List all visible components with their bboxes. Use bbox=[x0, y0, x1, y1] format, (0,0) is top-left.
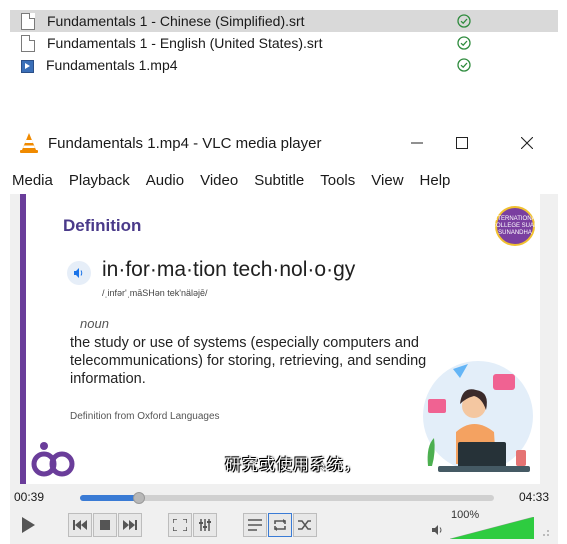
file-row-mp4[interactable]: Fundamentals 1.mp4 bbox=[10, 54, 558, 76]
definition-text: the study or use of systems (especially … bbox=[70, 335, 427, 387]
volume-speaker-icon[interactable] bbox=[431, 523, 445, 537]
fullscreen-icon bbox=[173, 519, 187, 531]
phonetic-text: /ˌinfər'ˌmāSHən tek'näləjē/ bbox=[102, 288, 208, 298]
file-row-english-srt[interactable]: Fundamentals 1 - English (United States)… bbox=[10, 32, 558, 54]
video-file-icon bbox=[21, 59, 34, 73]
file-list: Fundamentals 1 - Chinese (Simplified).sr… bbox=[10, 10, 558, 76]
fullscreen-button[interactable] bbox=[168, 513, 192, 537]
oo-logo-icon bbox=[31, 442, 75, 477]
menu-video[interactable]: Video bbox=[192, 172, 246, 189]
volume-slider[interactable] bbox=[450, 517, 534, 539]
definition-heading: Definition bbox=[63, 216, 142, 235]
subtitle-text: 研究或使用系统， bbox=[225, 457, 362, 474]
close-icon bbox=[521, 137, 533, 149]
window-title: Fundamentals 1.mp4 - VLC media player bbox=[48, 134, 322, 152]
menu-subtitle[interactable]: Subtitle bbox=[246, 172, 312, 189]
speaker-icon bbox=[67, 261, 91, 285]
previous-button[interactable] bbox=[68, 513, 92, 537]
play-button[interactable] bbox=[14, 513, 42, 537]
menu-tools[interactable]: Tools bbox=[312, 172, 363, 189]
close-button[interactable] bbox=[504, 120, 550, 166]
seek-slider[interactable] bbox=[80, 492, 494, 504]
loop-button[interactable] bbox=[268, 513, 292, 537]
stop-icon bbox=[100, 520, 110, 530]
vlc-cone-icon bbox=[20, 133, 38, 153]
playlist-button[interactable] bbox=[243, 513, 267, 537]
dictionary-word: in·for·ma·tion tech·nol·o·gy bbox=[102, 258, 356, 281]
playback-controls: 100% bbox=[10, 509, 558, 544]
video-area[interactable]: Definition INTERNATIONAL COLLEGE SUAN SU… bbox=[20, 194, 540, 484]
playlist-icon bbox=[248, 519, 262, 531]
definition-source: Definition from Oxford Languages bbox=[70, 411, 220, 422]
logo-text: INTERNATIONAL COLLEGE SUAN SUNANDHA bbox=[491, 215, 539, 236]
file-name: Fundamentals 1 - Chinese (Simplified).sr… bbox=[47, 13, 305, 29]
seek-slider-handle[interactable] bbox=[133, 492, 146, 504]
maximize-icon bbox=[456, 137, 468, 149]
seek-bar-row: 00:39 04:33 bbox=[10, 488, 558, 508]
document-icon bbox=[21, 12, 35, 30]
file-name: Fundamentals 1 - English (United States)… bbox=[47, 35, 323, 51]
title-bar[interactable]: Fundamentals 1.mp4 - VLC media player bbox=[10, 120, 558, 166]
minimize-icon bbox=[411, 142, 423, 144]
synced-check-icon bbox=[457, 58, 471, 72]
shuffle-icon bbox=[298, 520, 311, 530]
menu-bar: Media Playback Audio Video Subtitle Tool… bbox=[10, 166, 558, 194]
play-icon bbox=[22, 517, 35, 533]
menu-audio[interactable]: Audio bbox=[138, 172, 192, 189]
equalizer-icon bbox=[199, 519, 211, 531]
total-time: 04:33 bbox=[519, 490, 550, 504]
elapsed-time: 00:39 bbox=[14, 490, 45, 504]
extended-settings-button[interactable] bbox=[193, 513, 217, 537]
woman-at-laptop-illustration bbox=[423, 361, 533, 472]
skip-back-icon bbox=[73, 520, 87, 530]
loop-icon bbox=[274, 519, 286, 531]
stop-button[interactable] bbox=[93, 513, 117, 537]
college-logo: INTERNATIONAL COLLEGE SUAN SUNANDHA bbox=[491, 206, 539, 246]
vlc-window: Fundamentals 1.mp4 - VLC media player Me… bbox=[10, 120, 558, 544]
next-button[interactable] bbox=[118, 513, 142, 537]
seek-slider-fill bbox=[80, 495, 140, 501]
menu-view[interactable]: View bbox=[363, 172, 411, 189]
synced-check-icon bbox=[457, 14, 471, 28]
shuffle-button[interactable] bbox=[293, 513, 317, 537]
menu-help[interactable]: Help bbox=[412, 172, 459, 189]
menu-media[interactable]: Media bbox=[10, 172, 61, 189]
menu-playback[interactable]: Playback bbox=[61, 172, 138, 189]
synced-check-icon bbox=[457, 36, 471, 50]
file-name: Fundamentals 1.mp4 bbox=[46, 57, 178, 73]
part-of-speech: noun bbox=[80, 316, 109, 331]
minimize-button[interactable] bbox=[394, 120, 440, 166]
skip-forward-icon bbox=[123, 520, 137, 530]
document-icon bbox=[21, 34, 35, 52]
file-row-chinese-srt[interactable]: Fundamentals 1 - Chinese (Simplified).sr… bbox=[10, 10, 558, 32]
maximize-button[interactable] bbox=[439, 120, 485, 166]
resize-grip-icon[interactable] bbox=[540, 529, 550, 539]
